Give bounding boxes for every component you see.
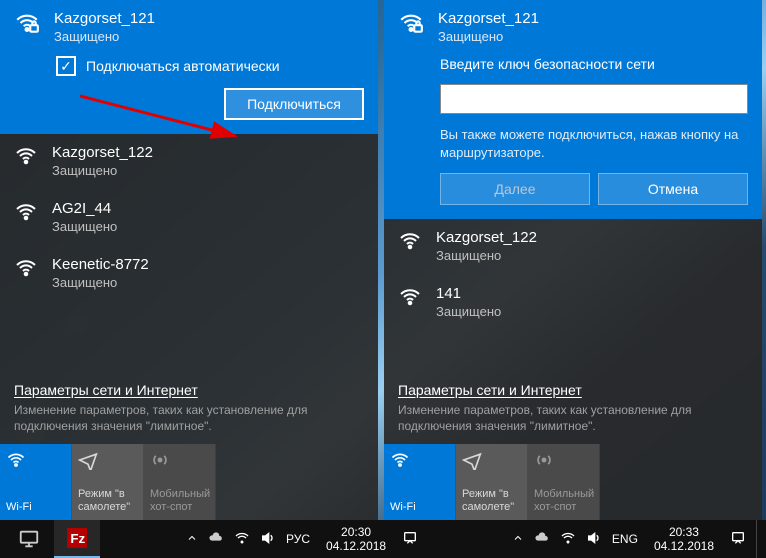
tray-time: 20:30 xyxy=(326,525,386,539)
key-prompt: Введите ключ безопасности сети xyxy=(440,56,748,72)
tray-date: 04.12.2018 xyxy=(654,539,714,553)
settings-title: Параметры сети и Интернет xyxy=(14,382,364,398)
network-ssid: Kazgorset_121 xyxy=(54,10,364,27)
network-item-selected[interactable]: Kazgorset_121 Защищено xyxy=(384,0,762,56)
security-key-panel: Введите ключ безопасности сети Вы также … xyxy=(384,56,762,219)
tile-label: Режим "в самолете" xyxy=(78,488,137,514)
network-status: Защищено xyxy=(52,219,364,234)
wifi-icon xyxy=(390,450,449,474)
taskbar-app-filezilla[interactable]: Fz xyxy=(54,520,100,558)
tile-airplane[interactable]: Режим "в самолете" xyxy=(456,444,528,520)
network-ssid: Kazgorset_122 xyxy=(52,144,364,161)
network-flyout-right: Kazgorset_121 Защищено Введите ключ безо… xyxy=(384,0,762,520)
tile-wifi[interactable]: Wi-Fi xyxy=(384,444,456,520)
wifi-secure-icon xyxy=(398,285,422,312)
network-status: Защищено xyxy=(52,275,364,290)
settings-desc: Изменение параметров, таких как установл… xyxy=(398,402,748,434)
airplane-icon xyxy=(462,450,521,474)
network-ssid: AG2I_44 xyxy=(52,200,364,217)
network-item[interactable]: Kazgorset_122 Защищено xyxy=(384,219,762,275)
tray-date: 04.12.2018 xyxy=(326,539,386,553)
wps-hint: Вы также можете подключиться, нажав кноп… xyxy=(440,126,748,161)
airplane-icon xyxy=(78,450,137,474)
network-item[interactable]: Keenetic-8772 Защищено xyxy=(0,246,378,302)
wifi-secure-icon xyxy=(14,200,38,227)
network-status: Защищено xyxy=(436,304,748,319)
tray-wifi-icon[interactable] xyxy=(234,530,250,549)
taskbar-app-computer[interactable] xyxy=(6,520,52,558)
tile-hotspot[interactable]: Мобильный хот-спот xyxy=(528,444,600,520)
tile-wifi[interactable]: Wi-Fi xyxy=(0,444,72,520)
tray-chevron-up-icon[interactable] xyxy=(186,532,198,547)
tile-airplane[interactable]: Режим "в самолете" xyxy=(72,444,144,520)
tray-volume-icon[interactable] xyxy=(260,530,276,549)
tray-notifications-icon[interactable] xyxy=(730,530,746,549)
show-desktop-button[interactable] xyxy=(756,520,762,558)
tray-language[interactable]: РУС xyxy=(286,532,310,546)
network-ssid: 141 xyxy=(436,285,748,302)
hotspot-icon xyxy=(534,450,593,474)
network-status: Защищено xyxy=(436,248,748,263)
network-status: Защищено xyxy=(52,163,364,178)
hotspot-icon xyxy=(150,450,209,474)
tile-label: Мобильный хот-спот xyxy=(534,488,593,514)
tray-chevron-up-icon[interactable] xyxy=(512,532,524,547)
network-status: Защищено xyxy=(438,29,748,44)
network-settings-link[interactable]: Параметры сети и Интернет Изменение пара… xyxy=(384,374,762,444)
network-flyout-left: Kazgorset_121 Защищено ✓ Подключаться ав… xyxy=(0,0,378,520)
tray-wifi-icon[interactable] xyxy=(560,530,576,549)
taskbar: Fz РУС 20:30 04.12.2018 ENG 20:33 04.12.… xyxy=(0,520,766,558)
cancel-button-label: Отмена xyxy=(648,181,698,197)
tray-volume-icon[interactable] xyxy=(586,530,602,549)
network-item[interactable]: AG2I_44 Защищено xyxy=(0,190,378,246)
tile-label: Wi-Fi xyxy=(390,501,449,514)
quick-tiles: Wi-Fi Режим "в самолете" Мобильный хот-с… xyxy=(0,444,378,520)
checkbox-icon: ✓ xyxy=(56,56,76,76)
wifi-icon xyxy=(6,450,65,474)
wifi-secure-icon xyxy=(398,10,424,39)
connect-panel: ✓ Подключаться автоматически Подключитьс… xyxy=(0,56,378,134)
tray-onedrive-icon[interactable] xyxy=(208,530,224,549)
network-item[interactable]: 141 Защищено xyxy=(384,275,762,331)
tray-clock[interactable]: 20:30 04.12.2018 xyxy=(320,525,392,554)
network-ssid: Kazgorset_122 xyxy=(436,229,748,246)
wifi-secure-icon xyxy=(14,144,38,171)
tile-label: Wi-Fi xyxy=(6,501,65,514)
network-settings-link[interactable]: Параметры сети и Интернет Изменение пара… xyxy=(0,374,378,444)
wifi-secure-icon xyxy=(14,10,40,39)
svg-text:Fz: Fz xyxy=(70,531,85,546)
wifi-secure-icon xyxy=(398,229,422,256)
tile-label: Режим "в самолете" xyxy=(462,488,521,514)
network-item[interactable]: Kazgorset_122 Защищено xyxy=(0,134,378,190)
quick-tiles: Wi-Fi Режим "в самолете" Мобильный хот-с… xyxy=(384,444,762,520)
settings-desc: Изменение параметров, таких как установл… xyxy=(14,402,364,434)
auto-connect-label: Подключаться автоматически xyxy=(86,58,280,74)
tile-label: Мобильный хот-спот xyxy=(150,488,209,514)
next-button[interactable]: Далее xyxy=(440,173,590,205)
tray-clock[interactable]: 20:33 04.12.2018 xyxy=(648,525,720,554)
tray-language[interactable]: ENG xyxy=(612,532,638,546)
tile-hotspot[interactable]: Мобильный хот-спот xyxy=(144,444,216,520)
network-ssid: Keenetic-8772 xyxy=(52,256,364,273)
next-button-label: Далее xyxy=(494,181,535,197)
cancel-button[interactable]: Отмена xyxy=(598,173,748,205)
auto-connect-checkbox[interactable]: ✓ Подключаться автоматически xyxy=(56,56,364,76)
connect-button[interactable]: Подключиться xyxy=(224,88,364,120)
network-ssid: Kazgorset_121 xyxy=(438,10,748,27)
tray-notifications-icon[interactable] xyxy=(402,530,418,549)
network-item-selected[interactable]: Kazgorset_121 Защищено xyxy=(0,0,378,56)
tray-time: 20:33 xyxy=(654,525,714,539)
security-key-input[interactable] xyxy=(440,84,748,114)
tray-onedrive-icon[interactable] xyxy=(534,530,550,549)
connect-button-label: Подключиться xyxy=(247,96,341,112)
settings-title: Параметры сети и Интернет xyxy=(398,382,748,398)
wifi-secure-icon xyxy=(14,256,38,283)
network-status: Защищено xyxy=(54,29,364,44)
